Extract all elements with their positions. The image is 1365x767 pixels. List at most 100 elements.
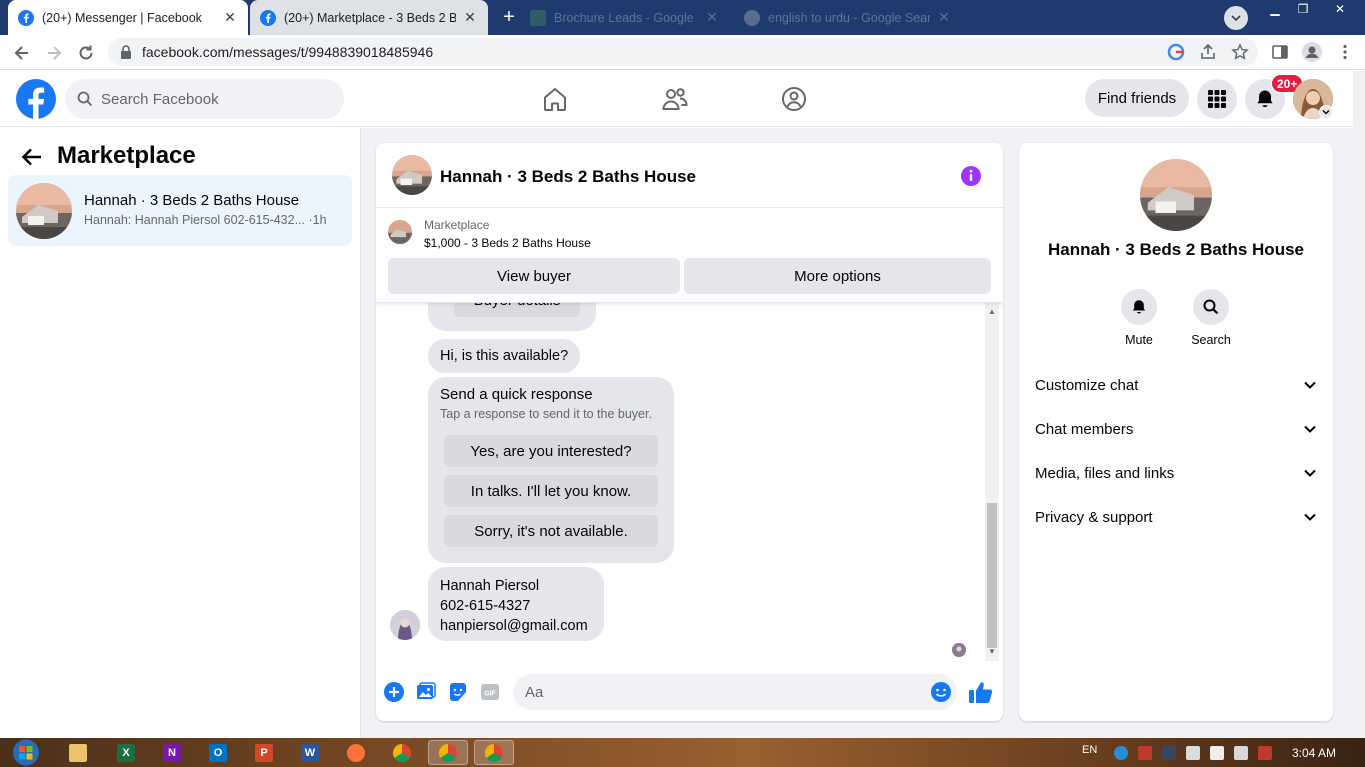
sender-avatar[interactable] bbox=[390, 610, 420, 640]
quick-response-button[interactable]: In talks. I'll let you know. bbox=[444, 475, 658, 507]
section-label: Customize chat bbox=[1035, 376, 1139, 394]
listing-price-title[interactable]: $1,000 - 3 Beds 2 Baths House bbox=[424, 236, 591, 250]
message-input[interactable] bbox=[513, 674, 957, 710]
taskbar-onenote[interactable]: N bbox=[152, 740, 192, 765]
reload-icon[interactable] bbox=[76, 43, 96, 63]
conversation-name: Hannah · 3 Beds 2 Baths House bbox=[84, 192, 300, 209]
google-favicon-icon bbox=[744, 9, 760, 26]
menu-button[interactable] bbox=[1197, 79, 1237, 119]
address-bar[interactable]: facebook.com/messages/t/9948839018485946 bbox=[108, 38, 1258, 66]
back-arrow-icon[interactable] bbox=[12, 43, 32, 63]
back-arrow-icon[interactable] bbox=[20, 145, 44, 169]
tab-close-icon[interactable]: ✕ bbox=[704, 9, 720, 26]
tab-close-icon[interactable]: ✕ bbox=[936, 9, 952, 26]
friends-icon[interactable] bbox=[661, 85, 689, 113]
chat-avatar[interactable] bbox=[392, 155, 432, 195]
marketplace-inbox-panel: Marketplace Hannah · 3 Beds 2 Baths Hous… bbox=[0, 128, 361, 738]
tray-app-icon[interactable] bbox=[1186, 746, 1200, 760]
tab-search-button[interactable] bbox=[1224, 6, 1248, 30]
facebook-favicon-icon bbox=[260, 9, 276, 26]
windows-start-icon[interactable] bbox=[6, 738, 46, 767]
view-buyer-button[interactable]: View buyer bbox=[388, 258, 680, 294]
plus-circle-icon[interactable] bbox=[383, 681, 405, 703]
section-label: Chat members bbox=[1035, 420, 1134, 438]
taskbar-firefox[interactable] bbox=[336, 740, 376, 765]
buyer-details-button[interactable]: Buyer details bbox=[454, 303, 580, 317]
search-icon bbox=[77, 91, 93, 107]
tray-app-icon[interactable] bbox=[1162, 746, 1176, 760]
google-lens-icon[interactable] bbox=[1167, 43, 1185, 61]
find-friends-button[interactable]: Find friends bbox=[1085, 79, 1189, 117]
chevron-down-icon bbox=[1231, 15, 1241, 22]
search-in-conversation-button[interactable]: Search bbox=[1181, 289, 1241, 347]
section-label: Media, files and links bbox=[1035, 464, 1175, 482]
chrome-menu-icon[interactable] bbox=[1336, 43, 1354, 61]
quick-response-button[interactable]: Sorry, it's not available. bbox=[444, 515, 658, 547]
section-privacy-support[interactable]: Privacy & support bbox=[1027, 495, 1325, 539]
taskbar-excel[interactable]: X bbox=[106, 740, 146, 765]
browser-tab-sheets[interactable]: Brochure Leads - Google Sheets ✕ bbox=[520, 0, 730, 35]
taskbar-chrome-window[interactable] bbox=[428, 740, 468, 765]
section-chat-members[interactable]: Chat members bbox=[1027, 407, 1325, 451]
language-indicator[interactable]: EN bbox=[1082, 744, 1097, 756]
sticker-icon[interactable] bbox=[447, 681, 469, 703]
tab-close-icon[interactable]: ✕ bbox=[462, 9, 478, 26]
photo-icon[interactable] bbox=[415, 681, 437, 703]
taskbar-clock[interactable]: 3:04 AM bbox=[1292, 746, 1336, 760]
chat-title[interactable]: Hannah · 3 Beds 2 Baths House bbox=[440, 167, 696, 187]
message-scrollbar-thumb[interactable] bbox=[987, 503, 997, 648]
action-center-icon[interactable] bbox=[1258, 746, 1272, 760]
volume-icon[interactable] bbox=[1210, 746, 1224, 760]
browser-tab-google[interactable]: english to urdu - Google Search ✕ bbox=[734, 0, 962, 35]
windows-taskbar: X N O P W EN 3:04 AM bbox=[0, 738, 1365, 767]
chat-header: Hannah · 3 Beds 2 Baths House bbox=[376, 143, 1003, 208]
info-icon[interactable] bbox=[960, 165, 982, 187]
facebook-search-box[interactable] bbox=[65, 79, 344, 119]
side-panel-icon[interactable] bbox=[1271, 43, 1289, 61]
house-photo-icon bbox=[392, 155, 432, 195]
account-caret-button[interactable] bbox=[1319, 105, 1333, 119]
mute-button[interactable]: Mute bbox=[1109, 289, 1169, 347]
close-window-button[interactable]: ✕ bbox=[1322, 0, 1358, 18]
new-tab-button[interactable]: + bbox=[498, 7, 520, 29]
scroll-down-arrow-icon[interactable]: ▼ bbox=[987, 647, 997, 657]
gif-icon[interactable]: GIF bbox=[479, 681, 501, 703]
details-avatar[interactable] bbox=[1140, 159, 1212, 231]
more-options-button[interactable]: More options bbox=[684, 258, 991, 294]
page-scrollbar[interactable] bbox=[1353, 71, 1365, 738]
chrome-profile-icon[interactable] bbox=[1302, 42, 1322, 62]
home-icon[interactable] bbox=[541, 85, 569, 113]
minimize-button[interactable]: ▁ bbox=[1260, 0, 1290, 18]
scroll-up-arrow-icon[interactable]: ▲ bbox=[987, 307, 997, 317]
listing-thumbnail[interactable] bbox=[388, 220, 412, 244]
taskbar-file-explorer[interactable] bbox=[58, 740, 98, 765]
tab-title: (20+) Messenger | Facebook bbox=[42, 10, 202, 25]
tab-close-icon[interactable]: ✕ bbox=[222, 9, 238, 26]
skype-icon[interactable] bbox=[1114, 746, 1128, 760]
search-label: Search bbox=[1191, 333, 1231, 347]
quick-response-button[interactable]: Yes, are you interested? bbox=[444, 435, 658, 467]
section-customize-chat[interactable]: Customize chat bbox=[1027, 363, 1325, 407]
taskbar-chrome[interactable] bbox=[382, 740, 422, 765]
taskbar-outlook[interactable]: O bbox=[198, 740, 238, 765]
browser-tab-marketplace[interactable]: (20+) Marketplace - 3 Beds 2 Bat ✕ bbox=[250, 0, 488, 35]
search-input[interactable] bbox=[101, 90, 321, 108]
facebook-logo-icon[interactable] bbox=[16, 79, 56, 119]
taskbar-word[interactable]: W bbox=[290, 740, 330, 765]
groups-icon[interactable] bbox=[780, 85, 808, 113]
taskbar-powerpoint[interactable]: P bbox=[244, 740, 284, 765]
share-icon[interactable] bbox=[1199, 43, 1217, 61]
message-bubble: Hi, is this available? bbox=[428, 339, 580, 373]
section-media-files-links[interactable]: Media, files and links bbox=[1027, 451, 1325, 495]
network-icon[interactable] bbox=[1234, 746, 1248, 760]
bookmark-star-icon[interactable] bbox=[1231, 43, 1249, 61]
emoji-icon[interactable] bbox=[930, 681, 952, 703]
taskbar-chrome-window[interactable] bbox=[474, 740, 514, 765]
thumbs-up-icon[interactable] bbox=[968, 680, 994, 704]
browser-toolbar: facebook.com/messages/t/9948839018485946 bbox=[0, 35, 1365, 70]
conversation-item[interactable]: Hannah · 3 Beds 2 Baths House Hannah: Ha… bbox=[8, 175, 352, 246]
forward-arrow-icon[interactable] bbox=[44, 43, 64, 63]
tray-app-icon[interactable] bbox=[1138, 746, 1152, 760]
browser-tab-messenger[interactable]: (20+) Messenger | Facebook ✕ bbox=[8, 0, 248, 35]
restore-button[interactable]: ❐ bbox=[1288, 0, 1318, 18]
